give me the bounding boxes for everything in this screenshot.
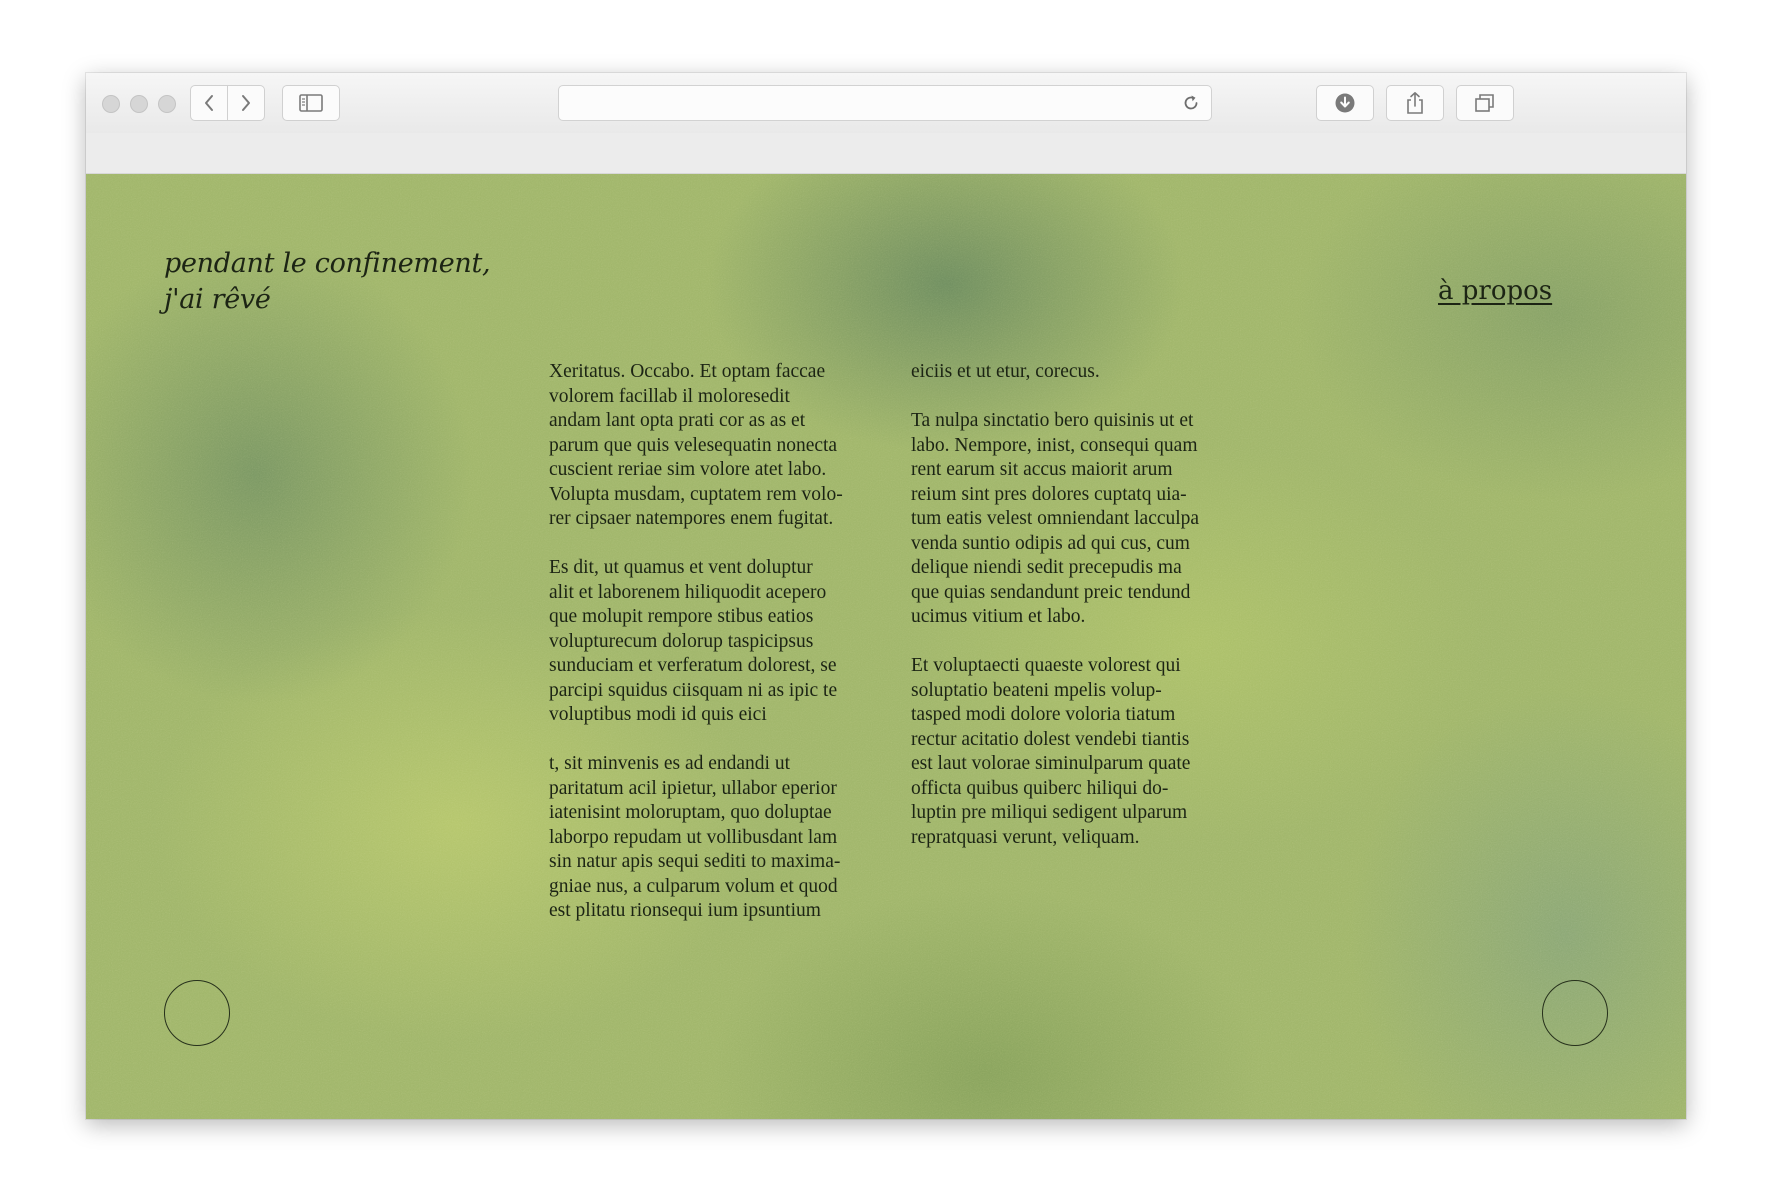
browser-toolbar — [86, 73, 1686, 134]
tabs-icon — [1475, 94, 1494, 112]
circle-prev-icon[interactable] — [164, 980, 230, 1046]
sidebar-icon — [299, 94, 323, 112]
downloads-button[interactable] — [1316, 85, 1374, 121]
sidebar-toggle-button[interactable] — [282, 85, 340, 121]
article-column-right: eiciis et ut etur, corecus. Ta nulpa sin… — [911, 360, 1271, 875]
chevron-left-icon — [205, 95, 213, 111]
download-icon — [1335, 93, 1355, 113]
paragraph: Es dit, ut quamus et vent doluptur alit … — [549, 557, 838, 725]
tabs-overview-button[interactable] — [1456, 85, 1514, 121]
circle-next-icon[interactable] — [1542, 980, 1608, 1046]
address-bar[interactable] — [558, 85, 1212, 121]
close-window-icon[interactable] — [102, 95, 120, 113]
zoom-window-icon[interactable] — [158, 95, 176, 113]
about-link[interactable]: à propos — [1438, 274, 1552, 308]
article-column-left: Xeritatus. Occabo. Et optam faccae volor… — [549, 360, 909, 948]
site-title-line-2: j'ai rêvé — [164, 284, 271, 315]
paragraph: Et voluptaecti quaeste volorest qui solu… — [911, 655, 1191, 848]
web-page: pendant le confinement, j'ai rêvé à prop… — [86, 174, 1686, 1119]
back-button[interactable] — [190, 85, 228, 121]
forward-button[interactable] — [227, 85, 265, 121]
minimize-window-icon[interactable] — [130, 95, 148, 113]
share-icon — [1407, 92, 1423, 114]
reload-icon[interactable] — [1181, 93, 1201, 113]
share-button[interactable] — [1386, 85, 1444, 121]
site-title-line-1: pendant le confinement, — [164, 248, 491, 279]
paragraph: Ta nulpa sinctatio bero quisinis ut et l… — [911, 410, 1200, 627]
paragraph: Xeritatus. Occabo. Et optam faccae volor… — [549, 361, 843, 529]
tab-bar — [86, 133, 1686, 174]
paragraph: eiciis et ut etur, corecus. — [911, 361, 1100, 382]
chevron-right-icon — [242, 95, 250, 111]
browser-window: pendant le confinement, j'ai rêvé à prop… — [86, 73, 1686, 1119]
site-title: pendant le confinement, j'ai rêvé — [164, 246, 491, 318]
paragraph: t, sit minvenis es ad endandi ut paritat… — [549, 753, 841, 921]
